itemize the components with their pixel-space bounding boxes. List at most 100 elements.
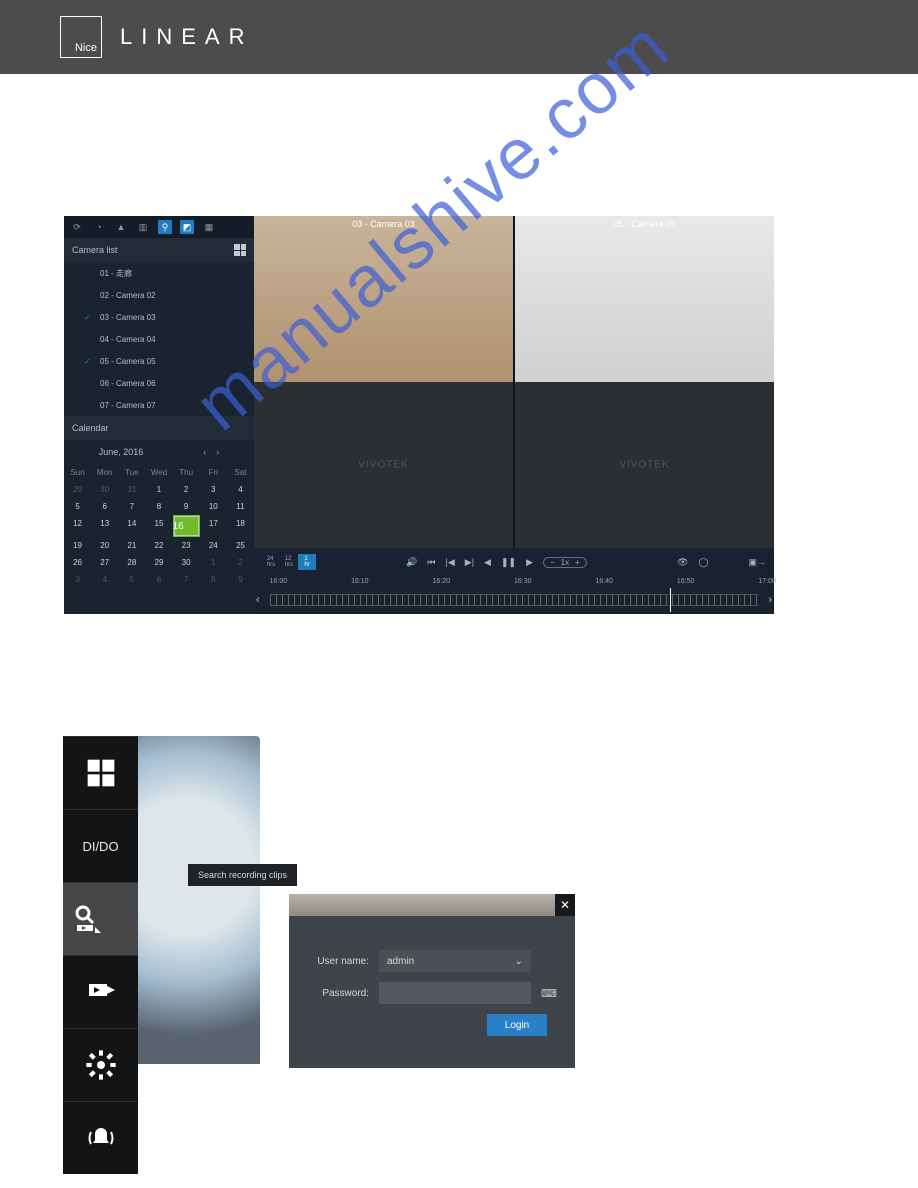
login-button[interactable]: Login bbox=[487, 1014, 547, 1036]
calendar-day[interactable]: 1 bbox=[200, 554, 227, 571]
cal-next-icon[interactable]: › bbox=[216, 447, 219, 457]
calendar-day[interactable]: 2 bbox=[173, 481, 200, 498]
next-frame-icon[interactable]: ▶| bbox=[465, 557, 474, 568]
timeline-tick-label: 16:40 bbox=[595, 578, 613, 585]
calendar-day[interactable]: 2 bbox=[227, 554, 254, 571]
video-feed-4[interactable]: VIVOTEK bbox=[515, 382, 774, 548]
calendar-day[interactable]: 5 bbox=[64, 498, 91, 515]
calendar-day[interactable]: 6 bbox=[145, 571, 172, 588]
video-feed-1[interactable]: 03 - Camera 03 bbox=[254, 216, 513, 382]
calendar-day[interactable]: 8 bbox=[145, 498, 172, 515]
close-icon[interactable]: ✕ bbox=[555, 894, 575, 916]
pause-icon[interactable]: ❚❚ bbox=[501, 557, 516, 568]
calendar-day[interactable]: 28 bbox=[118, 554, 145, 571]
volume-icon[interactable]: 🔊 bbox=[406, 557, 417, 568]
clock-icon[interactable]: ◔ bbox=[92, 220, 106, 234]
calendar-day[interactable]: 21 bbox=[118, 537, 145, 554]
video-feed-3[interactable]: VIVOTEK bbox=[254, 382, 513, 548]
calendar-day[interactable]: 10 bbox=[200, 498, 227, 515]
calendar-day[interactable]: 6 bbox=[91, 498, 118, 515]
camera-list-item[interactable]: 01 - 走廊 bbox=[64, 262, 254, 284]
timescale-option[interactable]: 1hr bbox=[298, 554, 316, 570]
camera-list-item[interactable]: 07 - Camera 07 bbox=[64, 394, 254, 416]
settings-button[interactable] bbox=[63, 1028, 138, 1101]
calendar-day[interactable]: 25 bbox=[227, 537, 254, 554]
play-reverse-icon[interactable]: ◀ bbox=[484, 557, 491, 568]
fisheye-icon[interactable]: ◯ bbox=[698, 557, 708, 568]
calendar-day[interactable]: 15 bbox=[145, 515, 172, 537]
timeline[interactable]: 16:0016:1016:2016:3016:4016:5017:00 ‹ › bbox=[254, 576, 774, 614]
bell-icon[interactable]: ▲ bbox=[114, 220, 128, 234]
timescale-selector[interactable]: 24hrs12hrs1hr bbox=[262, 554, 316, 570]
person-icon[interactable]: ⚲ bbox=[158, 220, 172, 234]
cal-prev-icon[interactable]: ‹ bbox=[203, 447, 206, 457]
timeline-left-icon[interactable]: ‹ bbox=[256, 594, 260, 606]
calendar-day[interactable]: 22 bbox=[145, 537, 172, 554]
export-clips-button[interactable] bbox=[63, 955, 138, 1028]
calendar-dow: Thu bbox=[173, 464, 200, 481]
keyboard-icon[interactable]: ⌨ bbox=[541, 987, 557, 1000]
calendar-day[interactable]: 4 bbox=[227, 481, 254, 498]
calendar-day[interactable]: 31 bbox=[118, 481, 145, 498]
alarm-button[interactable] bbox=[63, 1101, 138, 1174]
calendar-day[interactable]: 30 bbox=[173, 554, 200, 571]
snapshot-icon[interactable]: 👁 bbox=[677, 557, 688, 568]
calendar-day[interactable]: 20 bbox=[91, 537, 118, 554]
nvr-top-tabs: ⟳ ◔ ▲ ▥ ⚲ ◩ ▦ bbox=[64, 216, 254, 238]
camera-list-item[interactable]: 04 - Camera 04 bbox=[64, 328, 254, 350]
video-feed-2[interactable]: 05 - Camera 05 bbox=[515, 216, 774, 382]
calendar-day[interactable]: 9 bbox=[227, 571, 254, 588]
camera-list-item[interactable]: ✓05 - Camera 05 bbox=[64, 350, 254, 372]
layout-button[interactable] bbox=[63, 736, 138, 809]
calendar-day[interactable]: 26 bbox=[64, 554, 91, 571]
login-titlebar[interactable]: ✕ bbox=[289, 894, 575, 916]
calendar-day[interactable]: 8 bbox=[200, 571, 227, 588]
camera-label: 07 - Camera 07 bbox=[100, 401, 156, 410]
calendar-day[interactable]: 4 bbox=[91, 571, 118, 588]
calendar-day[interactable]: 7 bbox=[118, 498, 145, 515]
play-icon[interactable]: ▶ bbox=[526, 557, 533, 568]
motion-icon[interactable]: ◩ bbox=[180, 220, 194, 234]
calendar-day[interactable]: 3 bbox=[64, 571, 91, 588]
calendar-day[interactable]: 14 bbox=[118, 515, 145, 537]
fisheye-preview bbox=[138, 736, 260, 1064]
grid-small-icon[interactable]: ▦ bbox=[202, 220, 216, 234]
grid-icon[interactable] bbox=[234, 244, 246, 256]
calendar-day[interactable]: 19 bbox=[64, 537, 91, 554]
search-clips-button[interactable] bbox=[63, 882, 138, 955]
refresh-icon[interactable]: ⟳ bbox=[70, 220, 84, 234]
calendar-day[interactable]: 29 bbox=[145, 554, 172, 571]
timeline-right-icon[interactable]: › bbox=[768, 594, 772, 606]
calendar-day[interactable]: 13 bbox=[91, 515, 118, 537]
calendar-day[interactable]: 27 bbox=[91, 554, 118, 571]
calendar-day[interactable]: 16 bbox=[173, 515, 200, 537]
calendar-day[interactable]: 23 bbox=[173, 537, 200, 554]
calendar-day[interactable]: 30 bbox=[91, 481, 118, 498]
calendar-day[interactable]: 17 bbox=[200, 515, 227, 537]
camera-list-item[interactable]: ✓03 - Camera 03 bbox=[64, 306, 254, 328]
calendar-day[interactable]: 12 bbox=[64, 515, 91, 537]
camera-label: 03 - Camera 03 bbox=[100, 313, 156, 322]
calendar-day[interactable]: 7 bbox=[173, 571, 200, 588]
timescale-option[interactable]: 12hrs bbox=[280, 554, 298, 570]
car-icon[interactable]: ▥ bbox=[136, 220, 150, 234]
username-select[interactable]: admin ⌄ bbox=[379, 950, 531, 972]
calendar-day[interactable]: 5 bbox=[118, 571, 145, 588]
calendar-day[interactable]: 24 bbox=[200, 537, 227, 554]
timescale-option[interactable]: 24hrs bbox=[262, 554, 280, 570]
calendar-day[interactable]: 9 bbox=[173, 498, 200, 515]
calendar-day[interactable]: 1 bbox=[145, 481, 172, 498]
calendar-day[interactable]: 3 bbox=[200, 481, 227, 498]
camera-list-item[interactable]: 02 - Camera 02 bbox=[64, 284, 254, 306]
camera-list-item[interactable]: 06 - Camera 06 bbox=[64, 372, 254, 394]
calendar-day[interactable]: 11 bbox=[227, 498, 254, 515]
prev-frame-icon[interactable]: |◀ bbox=[446, 557, 455, 568]
export-icon[interactable]: ▣→ bbox=[748, 557, 766, 568]
calendar-day[interactable]: 18 bbox=[227, 515, 254, 537]
brand-header: Nice LINEAR bbox=[0, 0, 918, 74]
skip-back-icon[interactable]: ⏮ bbox=[427, 557, 435, 568]
password-field[interactable] bbox=[379, 982, 531, 1004]
speed-pill[interactable]: −1x+ bbox=[543, 557, 587, 568]
dido-button[interactable]: DI/DO bbox=[63, 809, 138, 882]
calendar-day[interactable]: 29 bbox=[64, 481, 91, 498]
